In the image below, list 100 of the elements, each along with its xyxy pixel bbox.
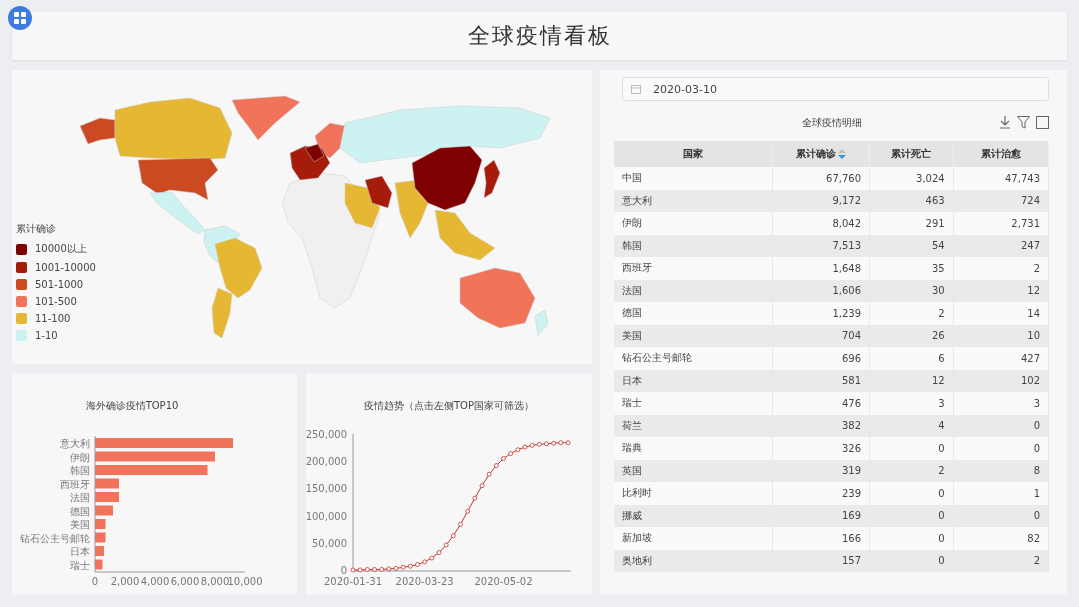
maximize-icon[interactable] — [1036, 116, 1049, 129]
table-cell: 0 — [869, 527, 954, 550]
table-cell: 比利时 — [614, 482, 773, 505]
date-field[interactable]: 2020-03-10 — [622, 77, 1049, 101]
data-point[interactable] — [429, 555, 435, 561]
data-point[interactable] — [357, 567, 363, 573]
legend-title: 累计确诊 — [16, 222, 57, 236]
tick-label: 0 — [340, 565, 347, 576]
table-cell: 西班牙 — [614, 257, 773, 280]
data-point[interactable] — [422, 559, 428, 565]
sort-icon[interactable] — [838, 149, 847, 159]
table-cell: 476 — [772, 392, 870, 415]
data-point[interactable] — [479, 483, 485, 489]
table-cell: 伊朗 — [614, 212, 773, 235]
data-point[interactable] — [458, 521, 463, 527]
legend-label: 10000以上 — [35, 242, 87, 256]
download-icon[interactable] — [999, 116, 1011, 129]
data-point[interactable] — [536, 441, 542, 447]
data-point[interactable] — [350, 567, 356, 573]
table-cell: 2 — [953, 257, 1049, 280]
table-cell: 挪威 — [614, 504, 773, 527]
chart-title: 海外确诊疫情TOP10 — [85, 400, 179, 411]
table-cell: 166 — [772, 527, 870, 550]
data-point[interactable] — [544, 441, 549, 447]
tick-label: 2,000 — [110, 576, 140, 587]
table-cell: 14 — [953, 302, 1049, 325]
table-cell: 696 — [772, 347, 870, 370]
data-point[interactable] — [501, 456, 506, 461]
table-cell: 1,648 — [772, 257, 870, 280]
column-header[interactable]: 国家 — [614, 141, 773, 167]
data-point[interactable] — [450, 533, 456, 539]
tick-label: 2020-01-31 — [323, 576, 383, 587]
filter-icon[interactable] — [1017, 116, 1030, 129]
data-point[interactable] — [436, 550, 442, 555]
dashboard-title: 全球疫情看板 — [467, 22, 612, 50]
data-point[interactable] — [465, 508, 471, 514]
data-point[interactable] — [551, 440, 557, 446]
data-point[interactable] — [529, 443, 535, 448]
data-point[interactable] — [522, 444, 528, 450]
table-cell: 6 — [869, 347, 954, 370]
legend-label: 1-10 — [35, 330, 58, 341]
data-point[interactable] — [400, 564, 406, 570]
table-cell: 意大利 — [614, 189, 773, 212]
table-cell: 326 — [772, 437, 870, 460]
table-cell: 钻石公主号邮轮 — [614, 347, 773, 370]
table-cell: 瑞典 — [614, 437, 773, 460]
calendar-icon — [631, 84, 641, 94]
data-point[interactable] — [386, 566, 392, 572]
table-cell: 47,743 — [953, 167, 1049, 190]
table-cell: 3 — [869, 392, 954, 415]
chart-title: 疫情趋势（点击左侧TOP国家可筛选） — [364, 400, 534, 411]
data-point[interactable] — [472, 495, 478, 501]
data-point[interactable] — [372, 567, 377, 572]
data-point[interactable] — [486, 471, 492, 477]
app-grid-icon[interactable] — [8, 6, 32, 30]
table-cell: 35 — [869, 257, 954, 280]
category-label: 德国 — [70, 505, 90, 517]
category-label: 韩国 — [70, 465, 90, 476]
data-point[interactable] — [393, 565, 399, 571]
data-point[interactable] — [493, 463, 499, 468]
tick-label: 6,000 — [170, 576, 200, 587]
table-cell: 0 — [953, 437, 1049, 460]
table-cell: 1 — [953, 482, 1049, 505]
table-cell: 英国 — [614, 459, 773, 482]
table-cell: 1,239 — [772, 302, 870, 325]
category-label: 瑞士 — [70, 559, 90, 571]
column-header[interactable]: 累计死亡 — [869, 141, 954, 167]
data-point[interactable] — [407, 563, 413, 569]
tick-label: 50,000 — [312, 537, 347, 549]
data-point[interactable] — [515, 447, 521, 453]
data-point[interactable] — [379, 567, 385, 572]
table-cell: 荷兰 — [614, 414, 773, 437]
data-point[interactable] — [558, 440, 564, 446]
legend-label: 501-1000 — [35, 279, 84, 290]
tick-label: 100,000 — [306, 510, 347, 522]
table-cell: 中国 — [614, 167, 773, 190]
column-header[interactable]: 累计治愈 — [953, 141, 1049, 167]
category-label: 法国 — [70, 492, 90, 503]
table-cell: 3 — [953, 392, 1049, 415]
data-point[interactable] — [508, 451, 514, 456]
legend-label: 101-500 — [35, 296, 77, 307]
table-cell: 239 — [772, 482, 870, 505]
table-cell: 291 — [869, 212, 954, 235]
table-cell: 德国 — [614, 302, 773, 325]
tick-label: 8,000 — [200, 576, 230, 587]
tick-label: 2020-05-02 — [474, 576, 533, 587]
category-label: 钻石公主号邮轮 — [20, 532, 90, 544]
category-label: 日本 — [70, 546, 90, 557]
tick-label: 150,000 — [306, 483, 347, 495]
category-label: 西班牙 — [60, 478, 90, 490]
data-point[interactable] — [443, 542, 449, 548]
data-point[interactable] — [364, 567, 370, 572]
category-label: 意大利 — [60, 438, 90, 449]
category-label: 伊朗 — [70, 451, 90, 463]
column-header[interactable]: 累计确诊 — [772, 141, 870, 167]
table-cell: 日本 — [614, 369, 773, 392]
table-cell: 67,760 — [772, 167, 870, 190]
table-title: 全球疫情明细 — [801, 116, 862, 130]
data-point[interactable] — [565, 440, 571, 446]
data-point[interactable] — [415, 562, 420, 567]
